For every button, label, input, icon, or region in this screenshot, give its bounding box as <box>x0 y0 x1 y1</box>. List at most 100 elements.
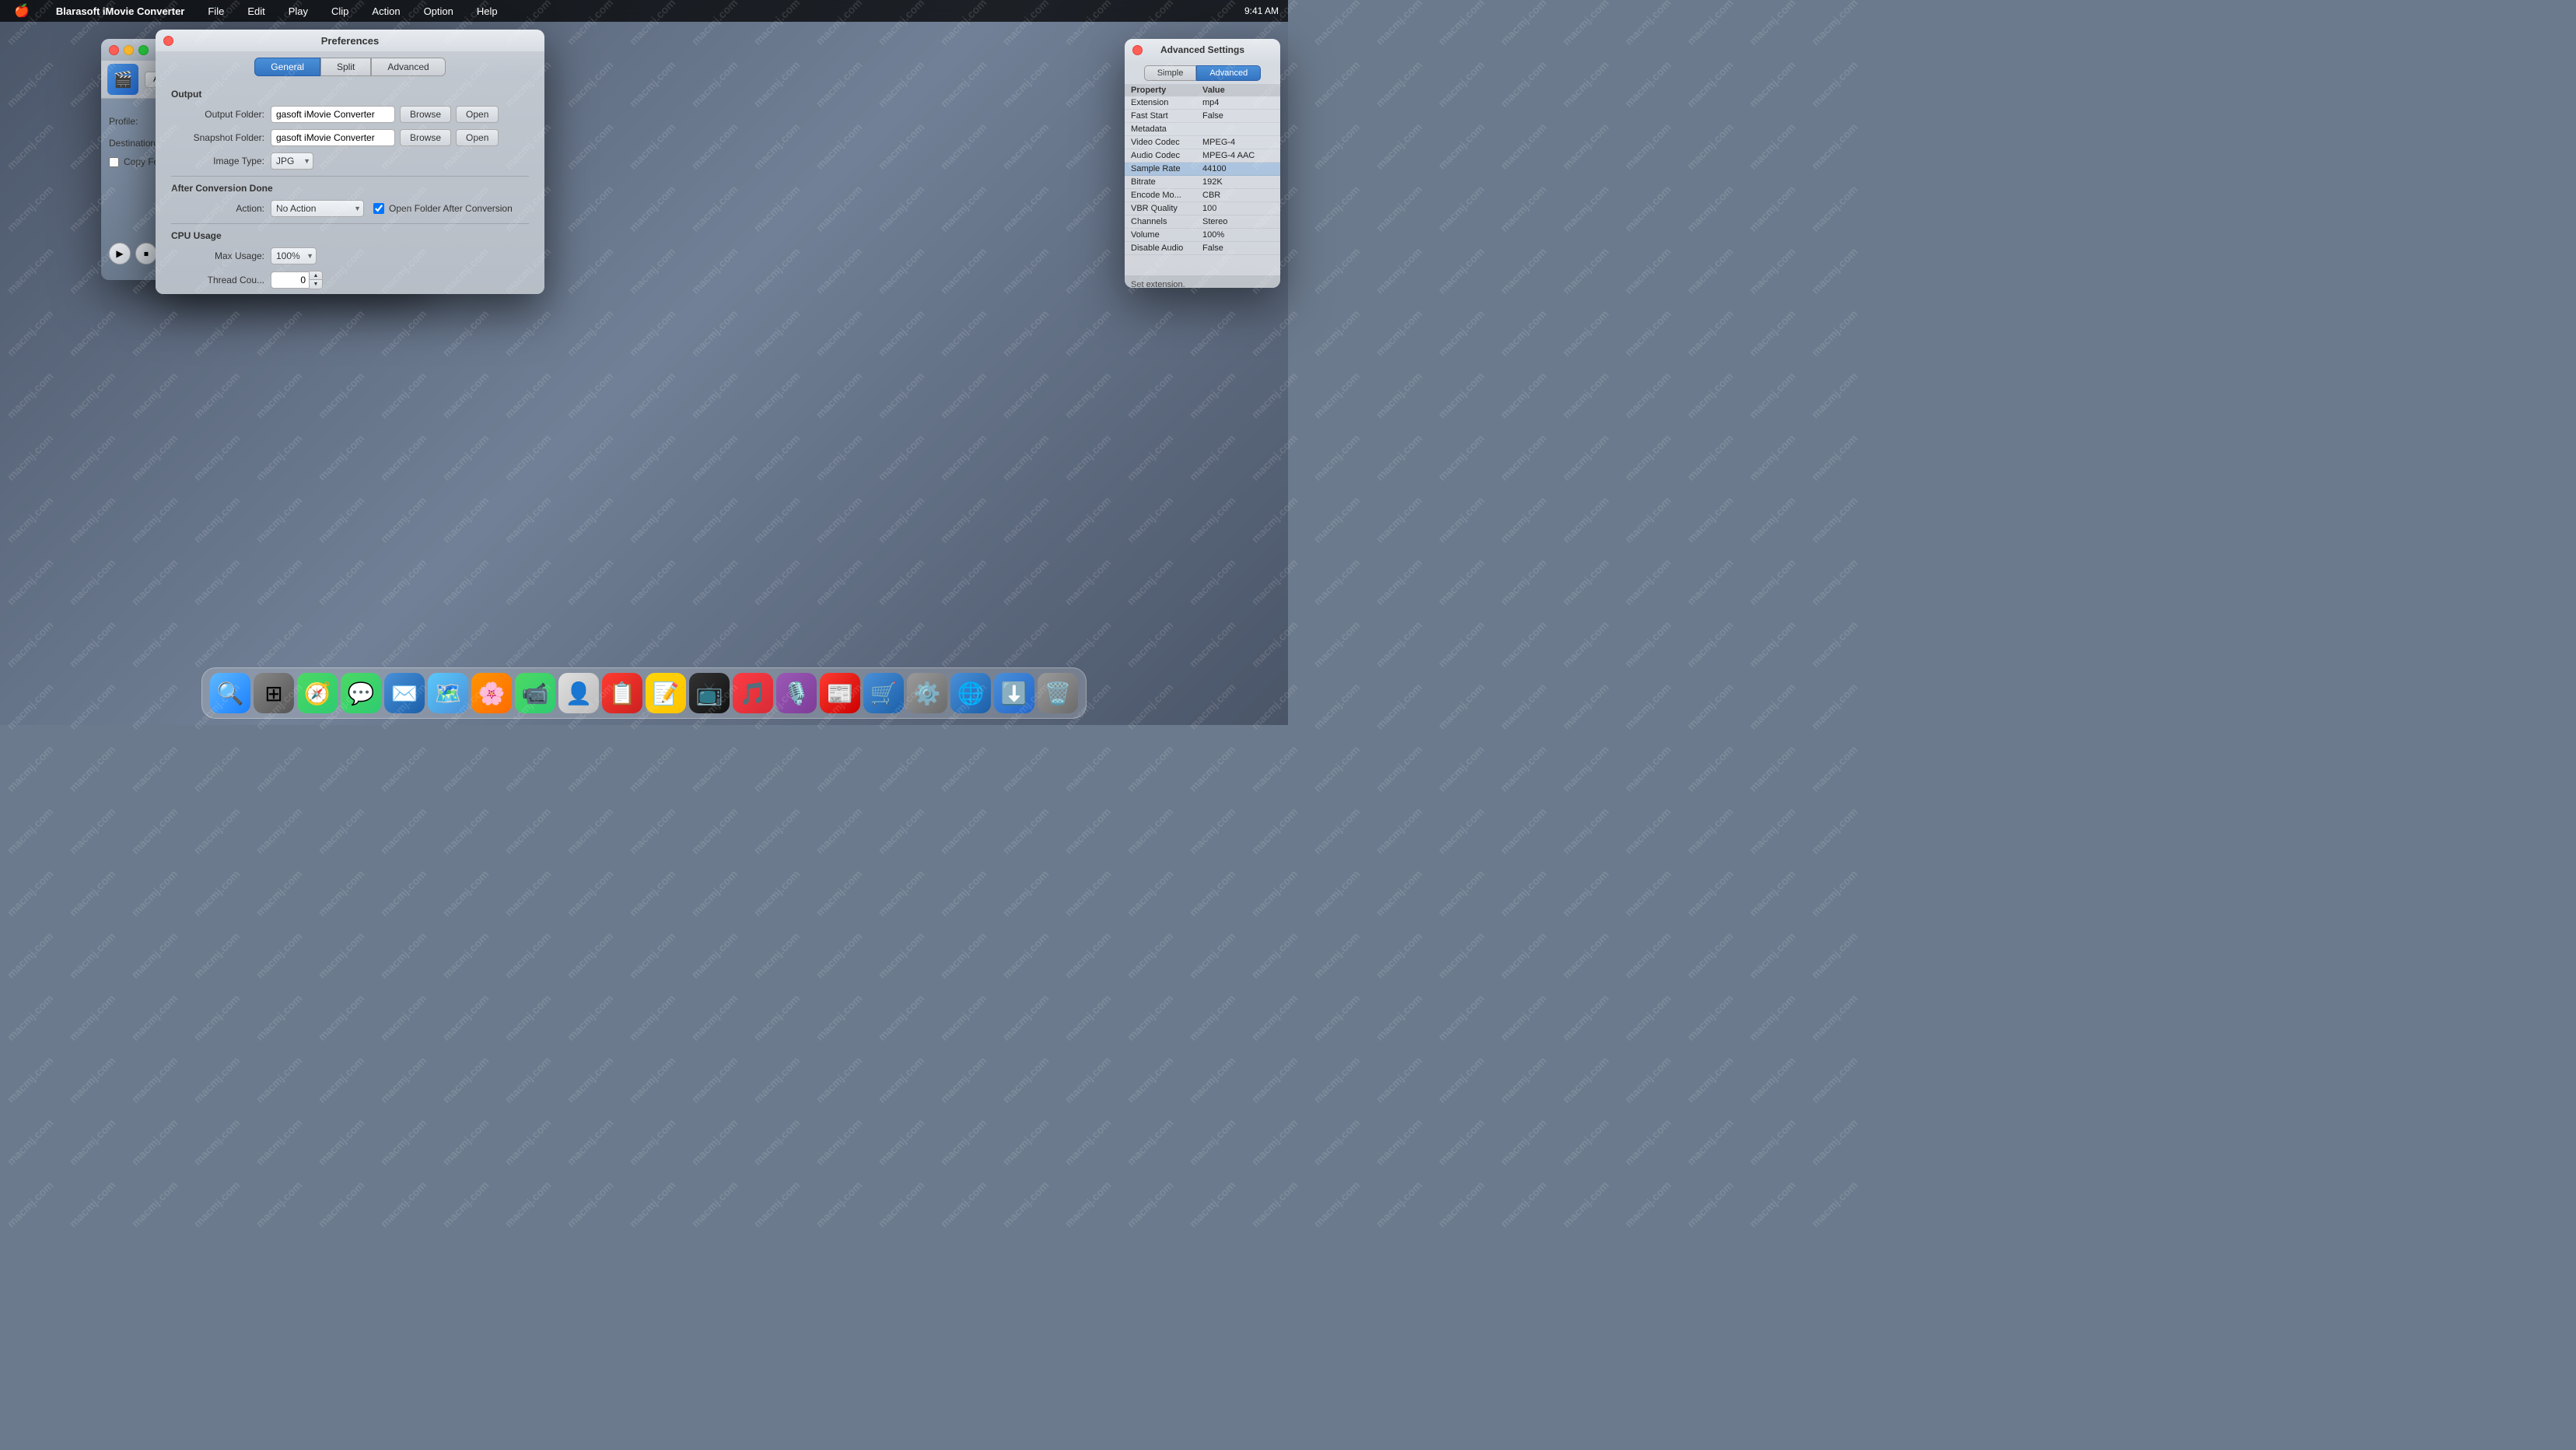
dock-item-network[interactable]: 🌐 <box>950 673 991 713</box>
open-folder-checkbox[interactable] <box>373 203 384 214</box>
max-usage-label: Max Usage: <box>171 250 264 261</box>
tab-advanced[interactable]: Advanced <box>371 58 445 76</box>
adv-cell-property-8: VBR Quality <box>1131 204 1202 213</box>
snapshot-folder-input[interactable] <box>271 129 395 146</box>
app-name: Blarasoft iMovie Converter <box>51 4 189 19</box>
thread-count-label: Thread Cou... <box>171 275 264 285</box>
dock-item-maps[interactable]: 🗺️ <box>428 673 468 713</box>
adv-cell-value-0: mp4 <box>1202 98 1274 107</box>
divider-1 <box>171 176 529 177</box>
adv-cell-property-11: Disable Audio <box>1131 243 1202 253</box>
cpu-section-title: CPU Usage <box>171 230 529 241</box>
menu-action[interactable]: Action <box>367 4 404 19</box>
stop-button[interactable]: ⏹ <box>135 243 157 264</box>
pref-tabs: General Split Advanced <box>156 51 544 79</box>
menu-clip[interactable]: Clip <box>327 4 353 19</box>
adv-table-row-4[interactable]: Audio Codec MPEG-4 AAC <box>1125 149 1280 163</box>
adv-table-row-7[interactable]: Encode Mo... CBR <box>1125 189 1280 202</box>
action-label: Action: <box>171 203 264 214</box>
image-type-label: Image Type: <box>171 156 264 166</box>
adv-table-row-1[interactable]: Fast Start False <box>1125 110 1280 123</box>
snapshot-folder-browse-btn[interactable]: Browse <box>400 129 451 146</box>
action-select[interactable]: No Action Open Output Folder Shut Down <box>271 200 364 217</box>
adv-status-text: Set extension. <box>1131 280 1185 288</box>
adv-table-row-0[interactable]: Extension mp4 <box>1125 96 1280 110</box>
thread-count-input[interactable] <box>271 271 310 289</box>
snapshot-folder-open-btn[interactable]: Open <box>456 129 499 146</box>
adv-table-row-11[interactable]: Disable Audio False <box>1125 242 1280 255</box>
dock-item-syspref[interactable]: ⚙️ <box>907 673 947 713</box>
apple-menu[interactable]: 🍎 <box>9 2 34 20</box>
thread-count-stepper: ▲ ▼ <box>310 271 323 289</box>
menu-option[interactable]: Option <box>419 4 458 19</box>
output-folder-input[interactable] <box>271 106 395 123</box>
adv-table-row-2[interactable]: Metadata <box>1125 123 1280 136</box>
dock-item-photos[interactable]: 🌸 <box>471 673 512 713</box>
adv-cell-value-2 <box>1202 124 1274 134</box>
dock-item-music[interactable]: 🎵 <box>733 673 773 713</box>
adv-cell-property-0: Extension <box>1131 98 1202 107</box>
adv-close-button[interactable] <box>1132 45 1143 55</box>
dock-item-messages[interactable]: 💬 <box>341 673 381 713</box>
dock-item-safari[interactable]: 🧭 <box>297 673 338 713</box>
thread-count-up[interactable]: ▲ <box>310 271 322 280</box>
dock-item-appstore[interactable]: 🛒 <box>863 673 904 713</box>
dock-item-downloads[interactable]: ⬇️ <box>994 673 1034 713</box>
adv-status: Set extension. <box>1125 275 1280 288</box>
pref-titlebar: Preferences <box>156 30 544 51</box>
tab-split[interactable]: Split <box>320 58 371 76</box>
adv-table-row-6[interactable]: Bitrate 192K <box>1125 176 1280 189</box>
dock-item-podcasts[interactable]: 🎙️ <box>776 673 817 713</box>
output-folder-label: Output Folder: <box>171 109 264 120</box>
adv-table-row-5[interactable]: Sample Rate 44100 <box>1125 163 1280 176</box>
pref-close-button[interactable] <box>163 36 173 46</box>
adv-cell-property-6: Bitrate <box>1131 177 1202 187</box>
menubar: 🍎 Blarasoft iMovie Converter File Edit P… <box>0 0 1288 22</box>
adv-cell-value-8: 100 <box>1202 204 1274 213</box>
adv-table-row-3[interactable]: Video Codec MPEG-4 <box>1125 136 1280 149</box>
minimize-button[interactable] <box>124 45 134 55</box>
maximize-button[interactable] <box>138 45 149 55</box>
menu-play[interactable]: Play <box>284 4 313 19</box>
output-folder-open-btn[interactable]: Open <box>456 106 499 123</box>
snapshot-folder-label: Snapshot Folder: <box>171 132 264 143</box>
close-button[interactable] <box>109 45 119 55</box>
dock-item-facetime[interactable]: 📹 <box>515 673 555 713</box>
adv-cell-value-10: 100% <box>1202 230 1274 240</box>
copy-folder-checkbox[interactable] <box>109 157 119 167</box>
dock-item-mail[interactable]: ✉️ <box>384 673 425 713</box>
adv-table-body: Extension mp4 Fast Start False Metadata … <box>1125 96 1280 275</box>
play-button[interactable]: ▶ <box>109 243 131 264</box>
adv-header-value: Value <box>1202 86 1274 95</box>
max-usage-select[interactable]: 25% 50% 75% 100% <box>271 247 317 264</box>
menu-edit[interactable]: Edit <box>243 4 269 19</box>
adv-header-property: Property <box>1131 86 1202 95</box>
image-type-select[interactable]: JPG PNG BMP <box>271 152 313 170</box>
dock-item-trash[interactable]: 🗑️ <box>1038 673 1078 713</box>
dock-item-notes[interactable]: 📝 <box>646 673 686 713</box>
dock-item-finder[interactable]: 🔍 <box>210 673 250 713</box>
dock-item-news[interactable]: 📰 <box>820 673 860 713</box>
advanced-settings-panel: Advanced Settings Simple Advanced Proper… <box>1125 39 1280 288</box>
adv-cell-value-3: MPEG-4 <box>1202 138 1274 147</box>
output-folder-browse-btn[interactable]: Browse <box>400 106 451 123</box>
dock-item-tv[interactable]: 📺 <box>689 673 730 713</box>
menu-file[interactable]: File <box>203 4 229 19</box>
adv-cell-value-5: 44100 <box>1202 164 1274 173</box>
after-conversion-title: After Conversion Done <box>171 183 529 194</box>
dock-item-launchpad[interactable]: ⊞ <box>254 673 294 713</box>
adv-tabs: Simple Advanced <box>1125 61 1280 84</box>
pref-title: Preferences <box>321 35 379 47</box>
image-type-row: Image Type: JPG PNG BMP ▼ <box>171 152 529 170</box>
adv-cell-value-4: MPEG-4 AAC <box>1202 151 1274 160</box>
menu-help[interactable]: Help <box>472 4 502 19</box>
adv-table-row-8[interactable]: VBR Quality 100 <box>1125 202 1280 215</box>
adv-table-row-10[interactable]: Volume 100% <box>1125 229 1280 242</box>
dock-item-contacts[interactable]: 👤 <box>558 673 599 713</box>
tab-general[interactable]: General <box>254 58 320 76</box>
adv-tab-advanced[interactable]: Advanced <box>1196 65 1261 81</box>
adv-tab-simple[interactable]: Simple <box>1144 65 1197 81</box>
dock-item-reminders[interactable]: 📋 <box>602 673 642 713</box>
thread-count-down[interactable]: ▼ <box>310 280 322 289</box>
adv-table-row-9[interactable]: Channels Stereo <box>1125 215 1280 229</box>
